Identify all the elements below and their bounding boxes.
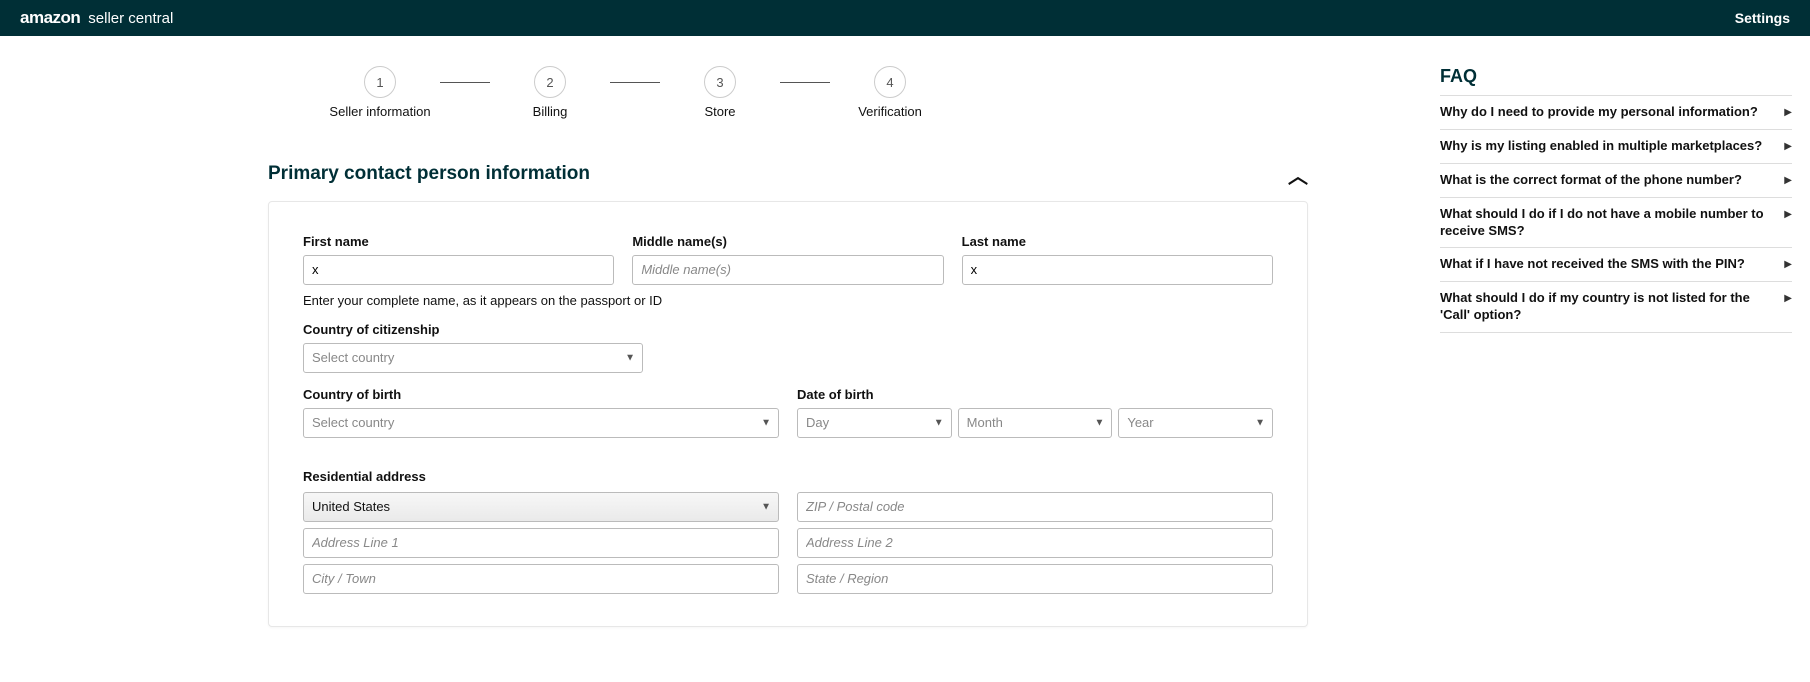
step-label: Seller information	[329, 104, 430, 120]
logo-seller-central-text: seller central	[88, 10, 173, 27]
zip-input[interactable]	[797, 492, 1273, 522]
faq-question: What should I do if I do not have a mobi…	[1440, 206, 1774, 240]
faq-panel: FAQ Why do I need to provide my personal…	[1440, 36, 1810, 627]
step-connector	[780, 82, 830, 83]
middle-name-input[interactable]	[632, 255, 943, 285]
step-label: Store	[704, 104, 735, 120]
section-title: Primary contact person information	[268, 163, 590, 185]
birth-country-value: Select country	[303, 408, 779, 438]
faq-item[interactable]: Why is my listing enabled in multiple ma…	[1440, 130, 1792, 164]
step-number: 3	[704, 66, 736, 98]
dob-year-value: Year	[1118, 408, 1273, 438]
citizenship-value: Select country	[303, 343, 643, 373]
first-name-input[interactable]	[303, 255, 614, 285]
address-country-value: United States	[303, 492, 779, 522]
faq-item[interactable]: What is the correct format of the phone …	[1440, 164, 1792, 198]
step-billing[interactable]: 2 Billing	[490, 66, 610, 120]
middle-name-label: Middle name(s)	[632, 234, 943, 249]
faq-item[interactable]: What if I have not received the SMS with…	[1440, 248, 1792, 282]
address-label: Residential address	[303, 469, 426, 484]
dob-month-select[interactable]: Month ▼	[958, 408, 1113, 438]
step-verification[interactable]: 4 Verification	[830, 66, 950, 120]
step-connector	[610, 82, 660, 83]
address-line2-input[interactable]	[797, 528, 1273, 558]
faq-title: FAQ	[1440, 66, 1792, 96]
form-card: First name Middle name(s) Last name Ente…	[268, 201, 1308, 627]
citizenship-label: Country of citizenship	[303, 322, 643, 337]
faq-item[interactable]: What should I do if I do not have a mobi…	[1440, 198, 1792, 249]
dob-label: Date of birth	[797, 387, 1273, 402]
section-toggle[interactable]: Primary contact person information ︿	[268, 160, 1308, 201]
caret-right-icon: ▶	[1784, 259, 1792, 270]
caret-right-icon: ▶	[1784, 209, 1792, 220]
step-number: 1	[364, 66, 396, 98]
state-input[interactable]	[797, 564, 1273, 594]
top-header: amazon seller central Settings	[0, 0, 1810, 36]
dob-year-select[interactable]: Year ▼	[1118, 408, 1273, 438]
caret-right-icon: ▶	[1784, 141, 1792, 152]
chevron-up-icon: ︿	[1288, 160, 1308, 189]
birth-country-select[interactable]: Select country ▼	[303, 408, 779, 438]
name-help-text: Enter your complete name, as it appears …	[303, 293, 1273, 308]
faq-question: What should I do if my country is not li…	[1440, 290, 1774, 324]
faq-question: What is the correct format of the phone …	[1440, 172, 1774, 189]
last-name-label: Last name	[962, 234, 1273, 249]
main-content: 1 Seller information 2 Billing 3 Store 4…	[268, 36, 1308, 627]
birth-country-label: Country of birth	[303, 387, 779, 402]
caret-right-icon: ▶	[1784, 293, 1792, 304]
step-label: Billing	[533, 104, 568, 120]
citizenship-select[interactable]: Select country ▼	[303, 343, 643, 373]
logo[interactable]: amazon seller central	[20, 8, 173, 28]
caret-right-icon: ▶	[1784, 107, 1792, 118]
step-connector	[440, 82, 490, 83]
step-seller-info[interactable]: 1 Seller information	[320, 66, 440, 120]
progress-stepper: 1 Seller information 2 Billing 3 Store 4…	[320, 66, 1308, 120]
step-label: Verification	[858, 104, 922, 120]
faq-question: Why is my listing enabled in multiple ma…	[1440, 138, 1774, 155]
logo-amazon-text: amazon	[20, 8, 80, 28]
faq-item[interactable]: Why do I need to provide my personal inf…	[1440, 96, 1792, 130]
dob-day-select[interactable]: Day ▼	[797, 408, 952, 438]
caret-right-icon: ▶	[1784, 175, 1792, 186]
settings-link[interactable]: Settings	[1735, 10, 1790, 26]
step-store[interactable]: 3 Store	[660, 66, 780, 120]
step-number: 2	[534, 66, 566, 98]
step-number: 4	[874, 66, 906, 98]
first-name-label: First name	[303, 234, 614, 249]
last-name-input[interactable]	[962, 255, 1273, 285]
address-line1-input[interactable]	[303, 528, 779, 558]
dob-month-value: Month	[958, 408, 1113, 438]
faq-item[interactable]: What should I do if my country is not li…	[1440, 282, 1792, 333]
faq-question: Why do I need to provide my personal inf…	[1440, 104, 1774, 121]
city-input[interactable]	[303, 564, 779, 594]
dob-day-value: Day	[797, 408, 952, 438]
address-country-select[interactable]: United States ▼	[303, 492, 779, 522]
faq-question: What if I have not received the SMS with…	[1440, 256, 1774, 273]
